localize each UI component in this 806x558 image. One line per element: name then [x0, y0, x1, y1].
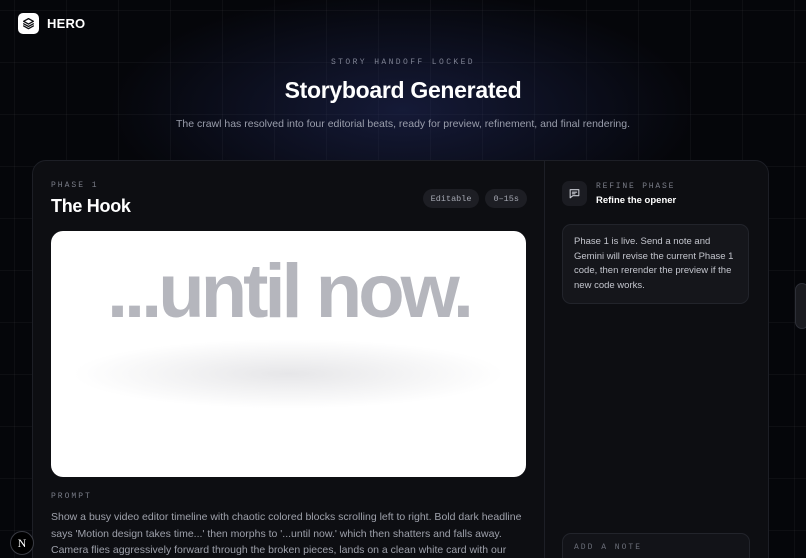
phase-preview[interactable]: ...until now.: [51, 231, 526, 477]
refine-eyebrow: REFINE PHASE: [596, 181, 676, 191]
prompt-label: PROMPT: [51, 492, 92, 501]
page-subtitle: The crawl has resolved into four editori…: [175, 118, 631, 130]
preview-shadow: [71, 339, 506, 409]
framework-badge[interactable]: N: [10, 531, 34, 555]
side-drawer-handle[interactable]: [795, 283, 806, 329]
header-eyebrow: STORY HANDOFF LOCKED: [330, 58, 475, 67]
page-title: Storyboard Generated: [284, 77, 522, 103]
refine-title: Refine the opener: [596, 194, 677, 206]
chat-bubble-icon: [562, 181, 587, 206]
page-header: STORY HANDOFF LOCKED Storyboard Generate…: [0, 58, 806, 130]
refine-panel: REFINE PHASE Refine the opener Phase 1 i…: [562, 181, 752, 304]
preview-headline: ...until now.: [106, 249, 474, 334]
top-bar: HERO: [18, 12, 85, 34]
brand-name[interactable]: HERO: [47, 16, 85, 31]
phase-chips: Editable 0–15s: [422, 189, 527, 208]
note-placeholder: ADD A NOTE: [574, 543, 643, 552]
panel-divider: [544, 161, 545, 558]
refine-header: REFINE PHASE Refine the opener: [562, 181, 752, 206]
layers-icon[interactable]: [18, 12, 39, 34]
duration-chip: 0–15s: [485, 189, 527, 208]
phase-card: PHASE 1 The Hook Editable 0–15s ...until…: [32, 160, 769, 558]
phase-panel: PHASE 1 The Hook Editable 0–15s ...until…: [51, 181, 527, 556]
prompt-text: Show a busy video editor timeline with c…: [51, 511, 522, 556]
add-note-input[interactable]: ADD A NOTE: [562, 533, 750, 558]
assistant-message: Phase 1 is live. Send a note and Gemini …: [562, 224, 749, 304]
editable-chip[interactable]: Editable: [422, 189, 480, 208]
